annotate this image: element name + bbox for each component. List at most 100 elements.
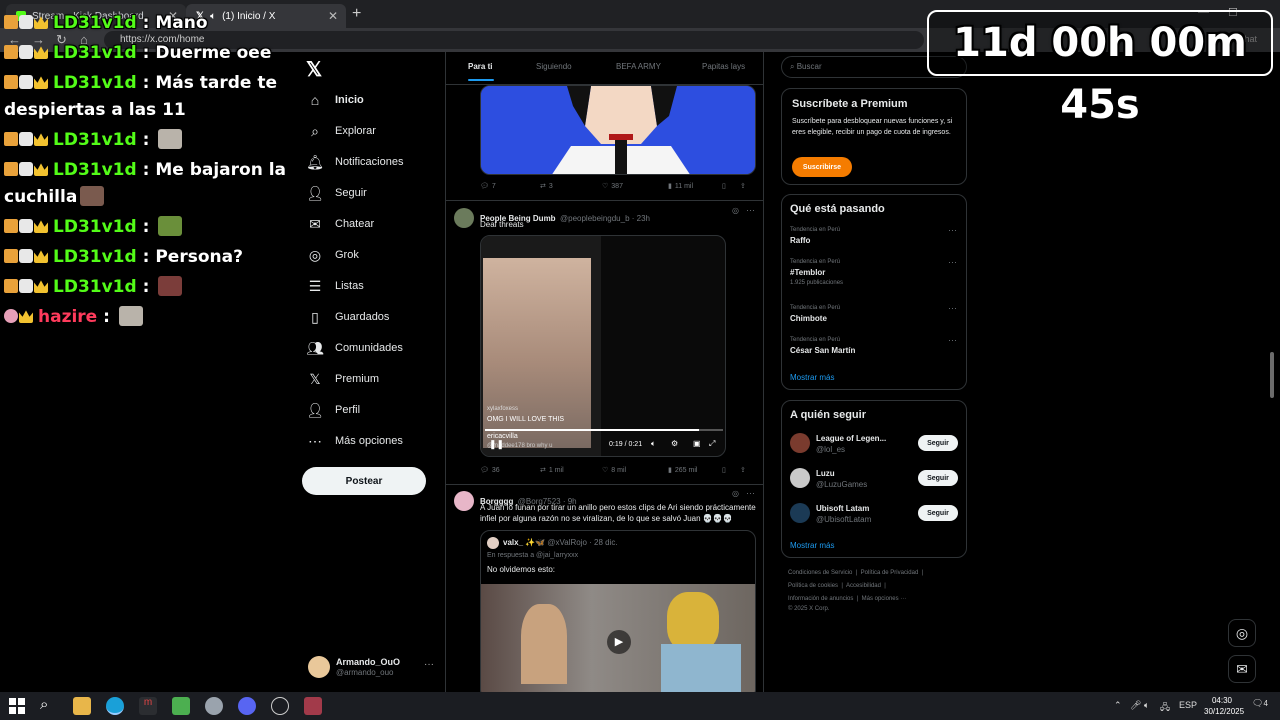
show-more-follow[interactable]: Mostrar más	[790, 541, 834, 550]
volume-icon[interactable]: 🔈︎	[651, 439, 656, 449]
follow-button[interactable]: Seguir	[918, 505, 958, 521]
post-image[interactable]	[480, 85, 756, 175]
grok-icon[interactable]: ◎	[732, 206, 739, 215]
avatar[interactable]	[790, 433, 810, 453]
tab-befa-army[interactable]: BEFA ARMY	[616, 62, 661, 71]
minecraft-icon[interactable]	[172, 697, 190, 715]
chat-username[interactable]: LD31v1d	[53, 43, 137, 63]
repost-button[interactable]: ⇄ 1 mil	[540, 466, 602, 475]
view-count: 265 mil	[674, 466, 698, 474]
chevron-up-icon[interactable]: ⌃	[1114, 700, 1122, 711]
communities-icon: 👥︎	[306, 339, 324, 356]
tab-siguiendo[interactable]: Siguiendo	[536, 62, 572, 71]
tab-para-ti[interactable]: Para ti	[468, 62, 492, 71]
app-icon[interactable]	[304, 697, 322, 715]
bookmark-button[interactable]: ▯	[722, 466, 740, 474]
chat-username[interactable]: LD31v1d	[53, 13, 137, 33]
follow-button[interactable]: Seguir	[918, 435, 958, 451]
grok-fab-icon[interactable]: ◎	[1228, 619, 1256, 647]
more-icon[interactable]: ···	[948, 225, 957, 235]
author-handle[interactable]: @peoplebeingdu_b · 23h	[560, 214, 650, 223]
pause-icon[interactable]: ❚❚	[489, 439, 504, 450]
nav-item-comunidades[interactable]: 👥︎ Comunidades	[306, 339, 403, 356]
windows-start-icon[interactable]	[8, 697, 26, 715]
share-button[interactable]: ⇪	[740, 182, 746, 190]
messages-fab-icon[interactable]: ✉	[1228, 655, 1256, 683]
follow-button[interactable]: Seguir	[918, 470, 958, 486]
quote-tweet[interactable]: valx_ ✨🦋 @xValRojo · 28 dic. En respuest…	[480, 530, 756, 692]
footer-link-more[interactable]: Más opciones ···	[862, 596, 907, 602]
like-button[interactable]: ♡ 8 mil	[602, 466, 668, 475]
trend-name[interactable]: César San Martín	[790, 346, 855, 355]
avatar[interactable]	[454, 491, 474, 511]
scrollbar[interactable]	[1270, 352, 1274, 398]
more-icon[interactable]: ···	[948, 303, 957, 313]
avatar[interactable]	[454, 208, 474, 228]
app-icon[interactable]: m	[139, 697, 157, 715]
chat-username[interactable]: LD31v1d	[53, 247, 137, 267]
footer-link-accessibility[interactable]: Accesibilidad	[846, 583, 881, 589]
more-icon[interactable]: ···	[948, 257, 957, 267]
timeline: Para ti Siguiendo BEFA ARMY Papitas lays…	[445, 52, 764, 692]
footer-link-ads[interactable]: Información de anuncios	[788, 596, 853, 602]
chat-username[interactable]: LD31v1d	[53, 160, 137, 180]
fullscreen-icon[interactable]: ⤢	[709, 439, 715, 449]
footer-link-privacy[interactable]: Política de Privacidad	[861, 570, 919, 576]
subscribe-button[interactable]: Suscribirse	[792, 157, 852, 177]
more-icon[interactable]: ···	[746, 205, 755, 215]
chat-username[interactable]: LD31v1d	[53, 73, 137, 93]
tab-papitas-lays[interactable]: Papitas lays	[702, 62, 745, 71]
footer-link-cookies[interactable]: Política de cookies	[788, 583, 838, 589]
share-button[interactable]: ⇪	[740, 466, 746, 474]
pip-icon[interactable]: ▣	[693, 439, 701, 448]
video-player[interactable]: xylaxfoxess OMG I WILL LOVE THIS ericacv…	[480, 235, 726, 457]
chat-username[interactable]: LD31v1d	[53, 217, 137, 237]
language-indicator[interactable]: ESP	[1179, 700, 1197, 710]
follow-name[interactable]: Luzu	[816, 469, 835, 478]
repost-button[interactable]: ⇄ 3	[540, 182, 602, 191]
view-count: 11 mil	[674, 182, 694, 190]
edge-browser-icon[interactable]	[106, 697, 124, 715]
search-taskbar-icon[interactable]: ⌕	[40, 696, 48, 713]
file-explorer-icon[interactable]	[73, 697, 91, 715]
clock[interactable]: 04:30 30/12/2025	[1204, 695, 1244, 717]
footer-link-terms[interactable]: Condiciones de Servicio	[788, 570, 852, 576]
profile-switcher[interactable]: Armando_OuO @armando_ouo ···	[308, 656, 438, 680]
notification-icon[interactable]: 🗨︎4	[1252, 698, 1268, 709]
like-button[interactable]: ♡ 387	[602, 182, 668, 191]
post-button[interactable]: Postear	[302, 467, 426, 495]
network-icon[interactable]: 🖧	[1160, 700, 1170, 716]
avatar[interactable]	[790, 468, 810, 488]
chat-username[interactable]: LD31v1d	[53, 277, 137, 297]
grok-icon[interactable]: ◎	[732, 489, 739, 498]
chat-username[interactable]: hazire	[38, 307, 97, 327]
discord-icon[interactable]	[238, 697, 256, 715]
avatar[interactable]	[790, 503, 810, 523]
video-progress-track[interactable]	[485, 429, 723, 431]
more-circle-icon: ⋯	[308, 432, 322, 449]
chat-username[interactable]: LD31v1d	[53, 130, 137, 150]
more-icon[interactable]: ···	[948, 335, 957, 345]
follow-name[interactable]: League of Legen...	[816, 434, 886, 443]
settings-icon[interactable]: ⚙	[671, 439, 678, 448]
reply-button[interactable]: 💬︎ 36	[480, 466, 540, 475]
views-button[interactable]: ▮ 265 mil	[668, 466, 722, 475]
reply-button[interactable]: 💬︎ 7	[480, 182, 540, 191]
app-icon[interactable]	[205, 697, 223, 715]
follow-name[interactable]: Ubisoft Latam	[816, 504, 869, 513]
bookmark-button[interactable]: ▯	[722, 182, 740, 190]
volume-tray-icon[interactable]: 🔈︎	[1144, 700, 1149, 711]
trend-name[interactable]: #Temblor	[790, 268, 825, 277]
views-button[interactable]: ▮ 11 mil	[668, 182, 722, 191]
trend-name[interactable]: Chimbote	[790, 314, 827, 323]
nav-item-perfil[interactable]: 👤︎ Perfil	[306, 402, 360, 418]
nav-item-premium[interactable]: 𝕏 Premium	[307, 371, 379, 387]
play-icon[interactable]: ▶	[607, 630, 631, 654]
more-icon[interactable]: ···	[746, 488, 755, 498]
trend-name[interactable]: Raffo	[790, 236, 810, 245]
show-more-trends[interactable]: Mostrar más	[790, 373, 834, 382]
nav-item-ms-opciones[interactable]: ⋯ Más opciones	[307, 433, 403, 449]
more-icon[interactable]: ···	[424, 659, 434, 670]
mic-icon[interactable]: 🎤︎	[1130, 700, 1141, 711]
obs-icon[interactable]	[271, 697, 289, 715]
